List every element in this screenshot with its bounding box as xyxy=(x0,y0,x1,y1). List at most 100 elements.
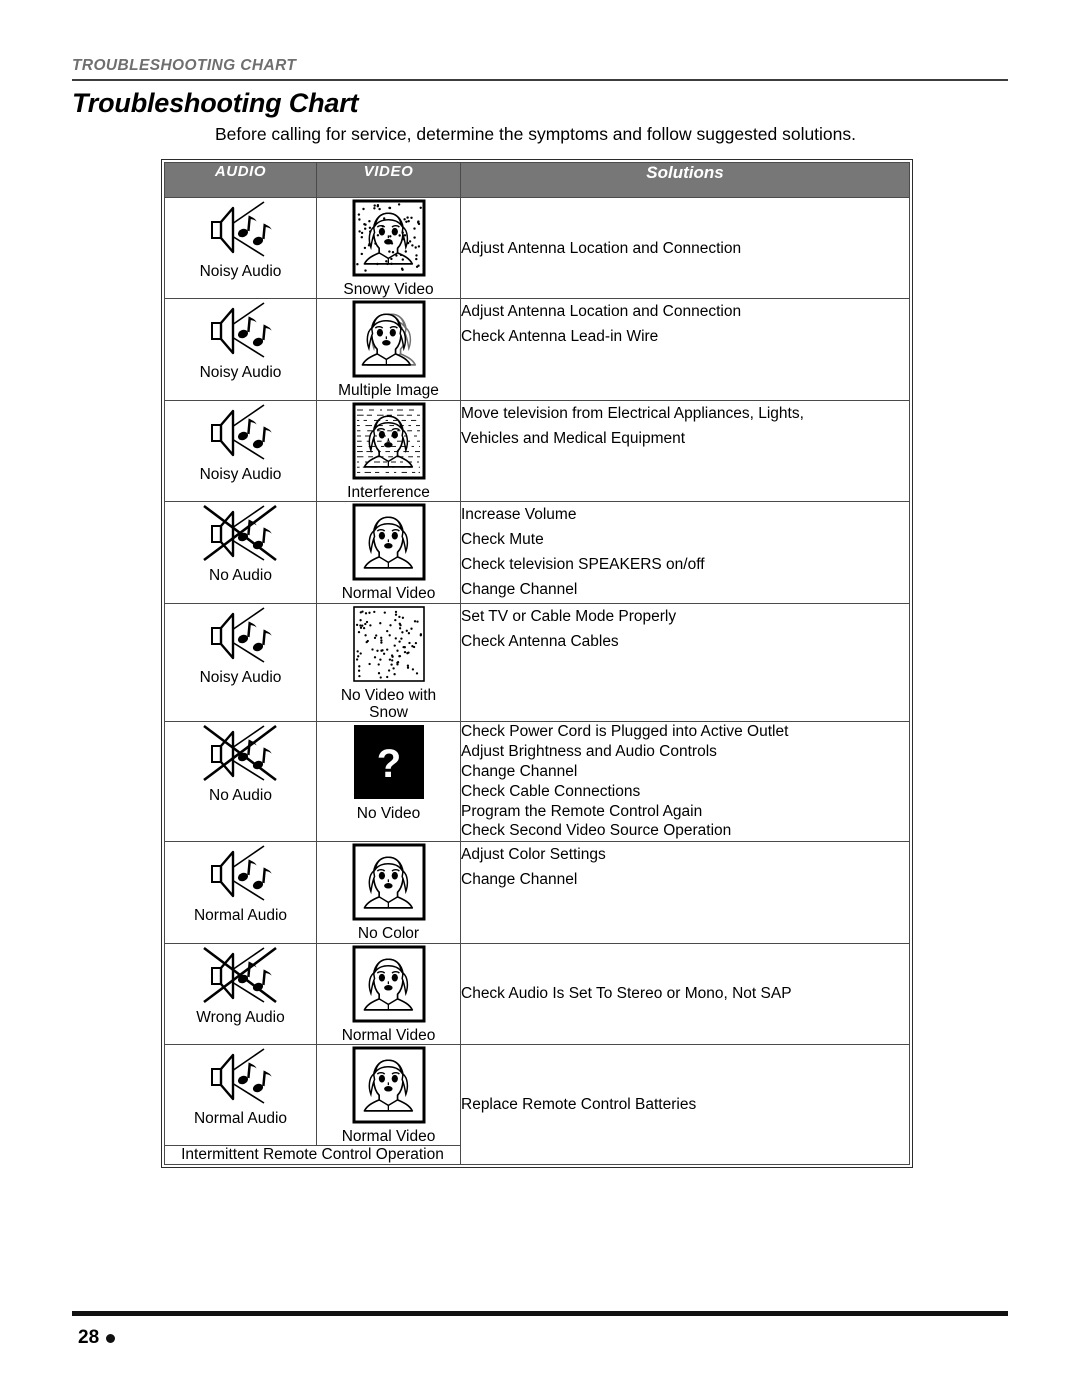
table-row: No Audio? No Video Check Power Cord is Plu… xyxy=(164,721,910,843)
table-row: Noisy Audio Snowy Video Adjust Antenna Loc… xyxy=(164,196,910,300)
wrong-audio-icon xyxy=(165,944,316,1006)
solution-line: Move television from Electrical Applianc… xyxy=(461,404,804,422)
video-symptom-label: Snowy Video xyxy=(343,281,434,298)
video-symptom-label: Normal Video xyxy=(341,1026,436,1044)
solution-line: Set TV or Cable Mode Properly xyxy=(461,607,677,625)
document-page: Troubleshooting Chart Troubleshooting Ch… xyxy=(0,0,1080,1397)
table-row: Normal Audio No Color Adjust Color Setting… xyxy=(164,841,910,944)
troubleshooting-table: Audio Video Solutions Noisy Audio Snowy V… xyxy=(164,162,910,1166)
solutions-cell: Adjust Antenna Location and Connection xyxy=(460,196,910,300)
audio-symptom-label: Noisy Audio xyxy=(199,668,282,686)
noisy-audio-icon xyxy=(165,198,316,260)
audio-symptom-label: Noisy Audio xyxy=(199,465,282,483)
table-row: Normal Audio Normal Video Replace Remote C… xyxy=(164,1043,910,1166)
solutions-cell: Increase Volume Check Mute Check televisio… xyxy=(460,501,910,604)
noisy-audio-icon xyxy=(165,401,316,463)
intermittent-remote-note: Intermittent Remote Control Operation xyxy=(164,1145,461,1166)
multiple-image-icon xyxy=(317,299,460,379)
video-symptom-cell: ? No Video xyxy=(316,721,461,843)
table-header-row: Audio Video Solutions xyxy=(164,162,910,198)
audio-symptom-cell: Noisy Audio xyxy=(164,298,317,401)
interference-icon xyxy=(317,401,460,481)
solutions-cell: Adjust Color Settings Change Channel xyxy=(460,841,910,944)
troubleshooting-table-frame: Audio Video Solutions Noisy Audio Snowy V… xyxy=(161,159,913,1169)
table-row: No Audio Normal Video Increase Volume Check… xyxy=(164,501,910,604)
noisy-audio-icon xyxy=(165,299,316,361)
solution-line: Check television SPEAKERS on/off xyxy=(461,556,705,574)
normal-video-icon xyxy=(317,944,460,1024)
solutions-cell: Check Power Cord is Plugged into Active … xyxy=(460,721,910,843)
audio-symptom-cell: Noisy Audio xyxy=(164,399,317,503)
audio-symptom-label: No Audio xyxy=(209,787,272,805)
video-symptom-label: Normal Video xyxy=(341,1127,436,1145)
solutions-cell: Move television from Electrical Applianc… xyxy=(460,399,910,503)
table-body: Noisy Audio Snowy Video Adjust Antenna Loc… xyxy=(164,196,910,1166)
solution-line: Replace Remote Control Batteries xyxy=(461,1096,697,1114)
solution-line: Check Cable Connections xyxy=(461,782,641,800)
no-video-icon: ? xyxy=(317,722,460,802)
solutions-cell: Replace Remote Control Batteries xyxy=(460,1043,910,1166)
solution-line: Adjust Color Settings xyxy=(461,846,606,864)
video-symptom-cell: Normal Video xyxy=(316,501,461,604)
audio-symptom-cell: Wrong Audio xyxy=(164,942,317,1045)
svg-text:?: ? xyxy=(376,742,400,786)
audio-symptom-cell: No Audio xyxy=(164,721,317,843)
no-audio-icon xyxy=(165,722,316,784)
page-title: Troubleshooting Chart xyxy=(72,88,359,118)
noisy-audio-icon xyxy=(165,604,316,666)
audio-symptom-label: No Audio xyxy=(209,567,272,585)
solution-line: Adjust Antenna Location and Connection xyxy=(461,303,742,321)
running-head-rule xyxy=(72,78,1008,81)
running-head: Troubleshooting Chart xyxy=(72,58,1008,81)
audio-symptom-label: Noisy Audio xyxy=(199,364,282,382)
solution-line: Change Channel xyxy=(461,581,578,599)
running-head-text: Troubleshooting Chart xyxy=(72,57,297,74)
audio-symptom-cell: Noisy Audio xyxy=(164,196,317,300)
video-symptom-label: Normal Video xyxy=(341,585,436,603)
video-symptom-label: Interference xyxy=(347,483,430,501)
solution-line: Check Power Cord is Plugged into Active … xyxy=(461,723,789,741)
solutions-cell: Check Audio Is Set To Stereo or Mono, No… xyxy=(460,942,910,1045)
solution-line: Adjust Antenna Location and Connection xyxy=(461,239,742,257)
no-color-icon xyxy=(317,842,460,922)
video-symptom-cell: Snowy Video xyxy=(316,196,461,300)
solution-line: Check Antenna Cables xyxy=(461,632,619,650)
video-symptom-cell: No Video with Snow xyxy=(316,602,461,723)
footer-page-number: 28 xyxy=(78,1327,116,1349)
audio-symptom-cell: Noisy Audio xyxy=(164,602,317,723)
table-row: Noisy Audio No Video with Snow Set TV or C… xyxy=(164,602,910,723)
column-header-video: Video xyxy=(316,162,461,198)
page-number-text: 28 xyxy=(78,1327,100,1348)
column-header-audio: Audio xyxy=(164,162,317,198)
normal-audio-icon xyxy=(165,1045,316,1107)
table-row: Noisy Audio Interference Move television f… xyxy=(164,399,910,503)
footer-rule xyxy=(72,1311,1008,1316)
bullet-dot-icon xyxy=(106,1333,116,1343)
normal-video-icon xyxy=(317,502,460,582)
solution-line: Increase Volume xyxy=(461,506,577,524)
audio-symptom-label: Normal Audio xyxy=(193,1109,288,1127)
table-row: Noisy Audio Multiple Image Adjust Antenna … xyxy=(164,298,910,401)
video-symptom-cell: Interference xyxy=(316,399,461,503)
audio-symptom-label: Noisy Audio xyxy=(199,263,282,280)
solutions-cell: Adjust Antenna Location and Connection Ch… xyxy=(460,298,910,401)
table-row: Wrong Audio Normal Video Check Audio Is Se… xyxy=(164,942,910,1045)
audio-symptom-cell: Normal Audio xyxy=(164,1043,317,1147)
solutions-cell: Set TV or Cable Mode Properly Check Anten… xyxy=(460,602,910,723)
audio-symptom-label: Wrong Audio xyxy=(196,1008,285,1026)
video-symptom-cell: No Color xyxy=(316,841,461,944)
video-symptom-label: Multiple Image xyxy=(338,382,439,400)
solution-line: Check Second Video Source Operation xyxy=(461,822,732,840)
audio-symptom-label: Normal Audio xyxy=(193,907,288,925)
solution-line: Change Channel xyxy=(461,871,578,889)
video-symptom-label: No Video xyxy=(356,805,421,823)
solution-line: Check Audio Is Set To Stereo or Mono, No… xyxy=(461,985,792,1003)
intro-text: Before calling for service, determine th… xyxy=(215,124,857,144)
video-symptom-cell: Normal Video xyxy=(316,1043,461,1147)
solution-line: Adjust Brightness and Audio Controls xyxy=(461,743,717,761)
video-symptom-cell: Normal Video xyxy=(316,942,461,1045)
solution-line: Check Antenna Lead-in Wire xyxy=(461,328,659,346)
snowy-video-icon xyxy=(317,198,460,278)
video-symptom-cell: Multiple Image xyxy=(316,298,461,401)
solution-line: Program the Remote Control Again xyxy=(461,802,703,820)
